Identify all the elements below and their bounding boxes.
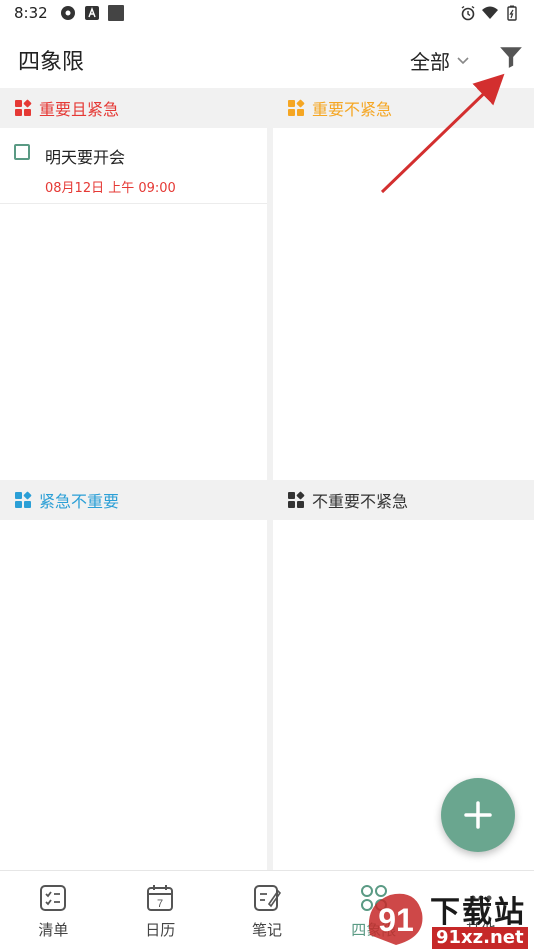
task-item[interactable]: 明天要开会 08月12日 上午 09:00 (0, 128, 267, 204)
filter-icon[interactable] (498, 44, 524, 70)
task-title: 明天要开会 (45, 148, 126, 167)
aperture-icon (61, 6, 75, 20)
calendar-day: 7 (157, 898, 163, 910)
page-title: 四象限 (18, 50, 85, 75)
quadrant-icon (15, 99, 32, 116)
nav-item-more[interactable]: 其他 (427, 871, 534, 950)
nav-item-quadrant[interactable]: 四象限 (320, 871, 427, 950)
status-right-icons (460, 5, 520, 21)
quadrant-title: 紧急不重要 (39, 492, 120, 511)
nav-label: 其他 (465, 921, 496, 939)
nav-item-calendar[interactable]: 7 日历 (107, 871, 214, 950)
nav-label: 笔记 (251, 921, 282, 939)
font-a-icon (85, 6, 99, 20)
bottom-nav: 清单 7 日历 笔记 四象限 其他 (0, 870, 534, 950)
nav-label: 日历 (145, 921, 176, 939)
app-header: 四象限 全部 (0, 28, 534, 88)
add-task-button[interactable] (441, 778, 515, 852)
square-icon (108, 5, 124, 21)
task-due-date: 08月12日 上午 09:00 (45, 181, 176, 196)
quadrant-header: 重要不紧急 (273, 88, 534, 128)
status-left-icons (60, 5, 124, 21)
quadrant-important-urgent[interactable]: 重要且紧急 明天要开会 08月12日 上午 09:00 (0, 88, 267, 480)
quadrant-important-not-urgent[interactable]: 重要不紧急 (273, 88, 534, 480)
quadrant-header: 紧急不重要 (0, 480, 267, 520)
quadrant-task-list (273, 128, 534, 480)
quadrant-title: 重要不紧急 (312, 100, 393, 119)
plus-icon (464, 801, 492, 829)
quadrant-icon (288, 491, 305, 508)
status-bar: 8:32 (0, 0, 534, 28)
note-icon (253, 885, 282, 911)
more-icon (470, 895, 492, 901)
nav-item-notes[interactable]: 笔记 (214, 871, 321, 950)
quadrant-task-list (0, 520, 267, 870)
calendar-icon: 7 (147, 885, 174, 911)
nav-label: 清单 (38, 921, 69, 939)
alarm-icon (461, 5, 475, 21)
task-checkbox[interactable] (14, 144, 30, 160)
quadrant-icon (15, 491, 32, 508)
quadrant-urgent-not-important[interactable]: 紧急不重要 (0, 480, 267, 870)
quadrant-title: 重要且紧急 (39, 100, 120, 119)
quadrant-grid: 重要且紧急 明天要开会 08月12日 上午 09:00 重要不紧急 紧急不重要 … (0, 88, 534, 870)
category-filter-label: 全部 (410, 50, 450, 74)
battery-icon (507, 5, 517, 21)
quadrant-icon (360, 885, 387, 911)
quadrant-title: 不重要不紧急 (312, 492, 409, 511)
nav-item-checklist[interactable]: 清单 (0, 871, 107, 950)
category-filter-select[interactable]: 全部 (410, 46, 470, 75)
quadrant-task-list: 明天要开会 08月12日 上午 09:00 (0, 128, 267, 480)
chevron-down-icon (457, 56, 469, 64)
nav-label: 四象限 (351, 921, 397, 939)
status-time: 8:32 (14, 4, 48, 22)
wifi-icon (482, 6, 498, 19)
quadrant-header: 不重要不紧急 (273, 480, 534, 520)
checklist-icon (40, 885, 67, 911)
quadrant-icon (288, 99, 305, 116)
quadrant-header: 重要且紧急 (0, 88, 267, 128)
